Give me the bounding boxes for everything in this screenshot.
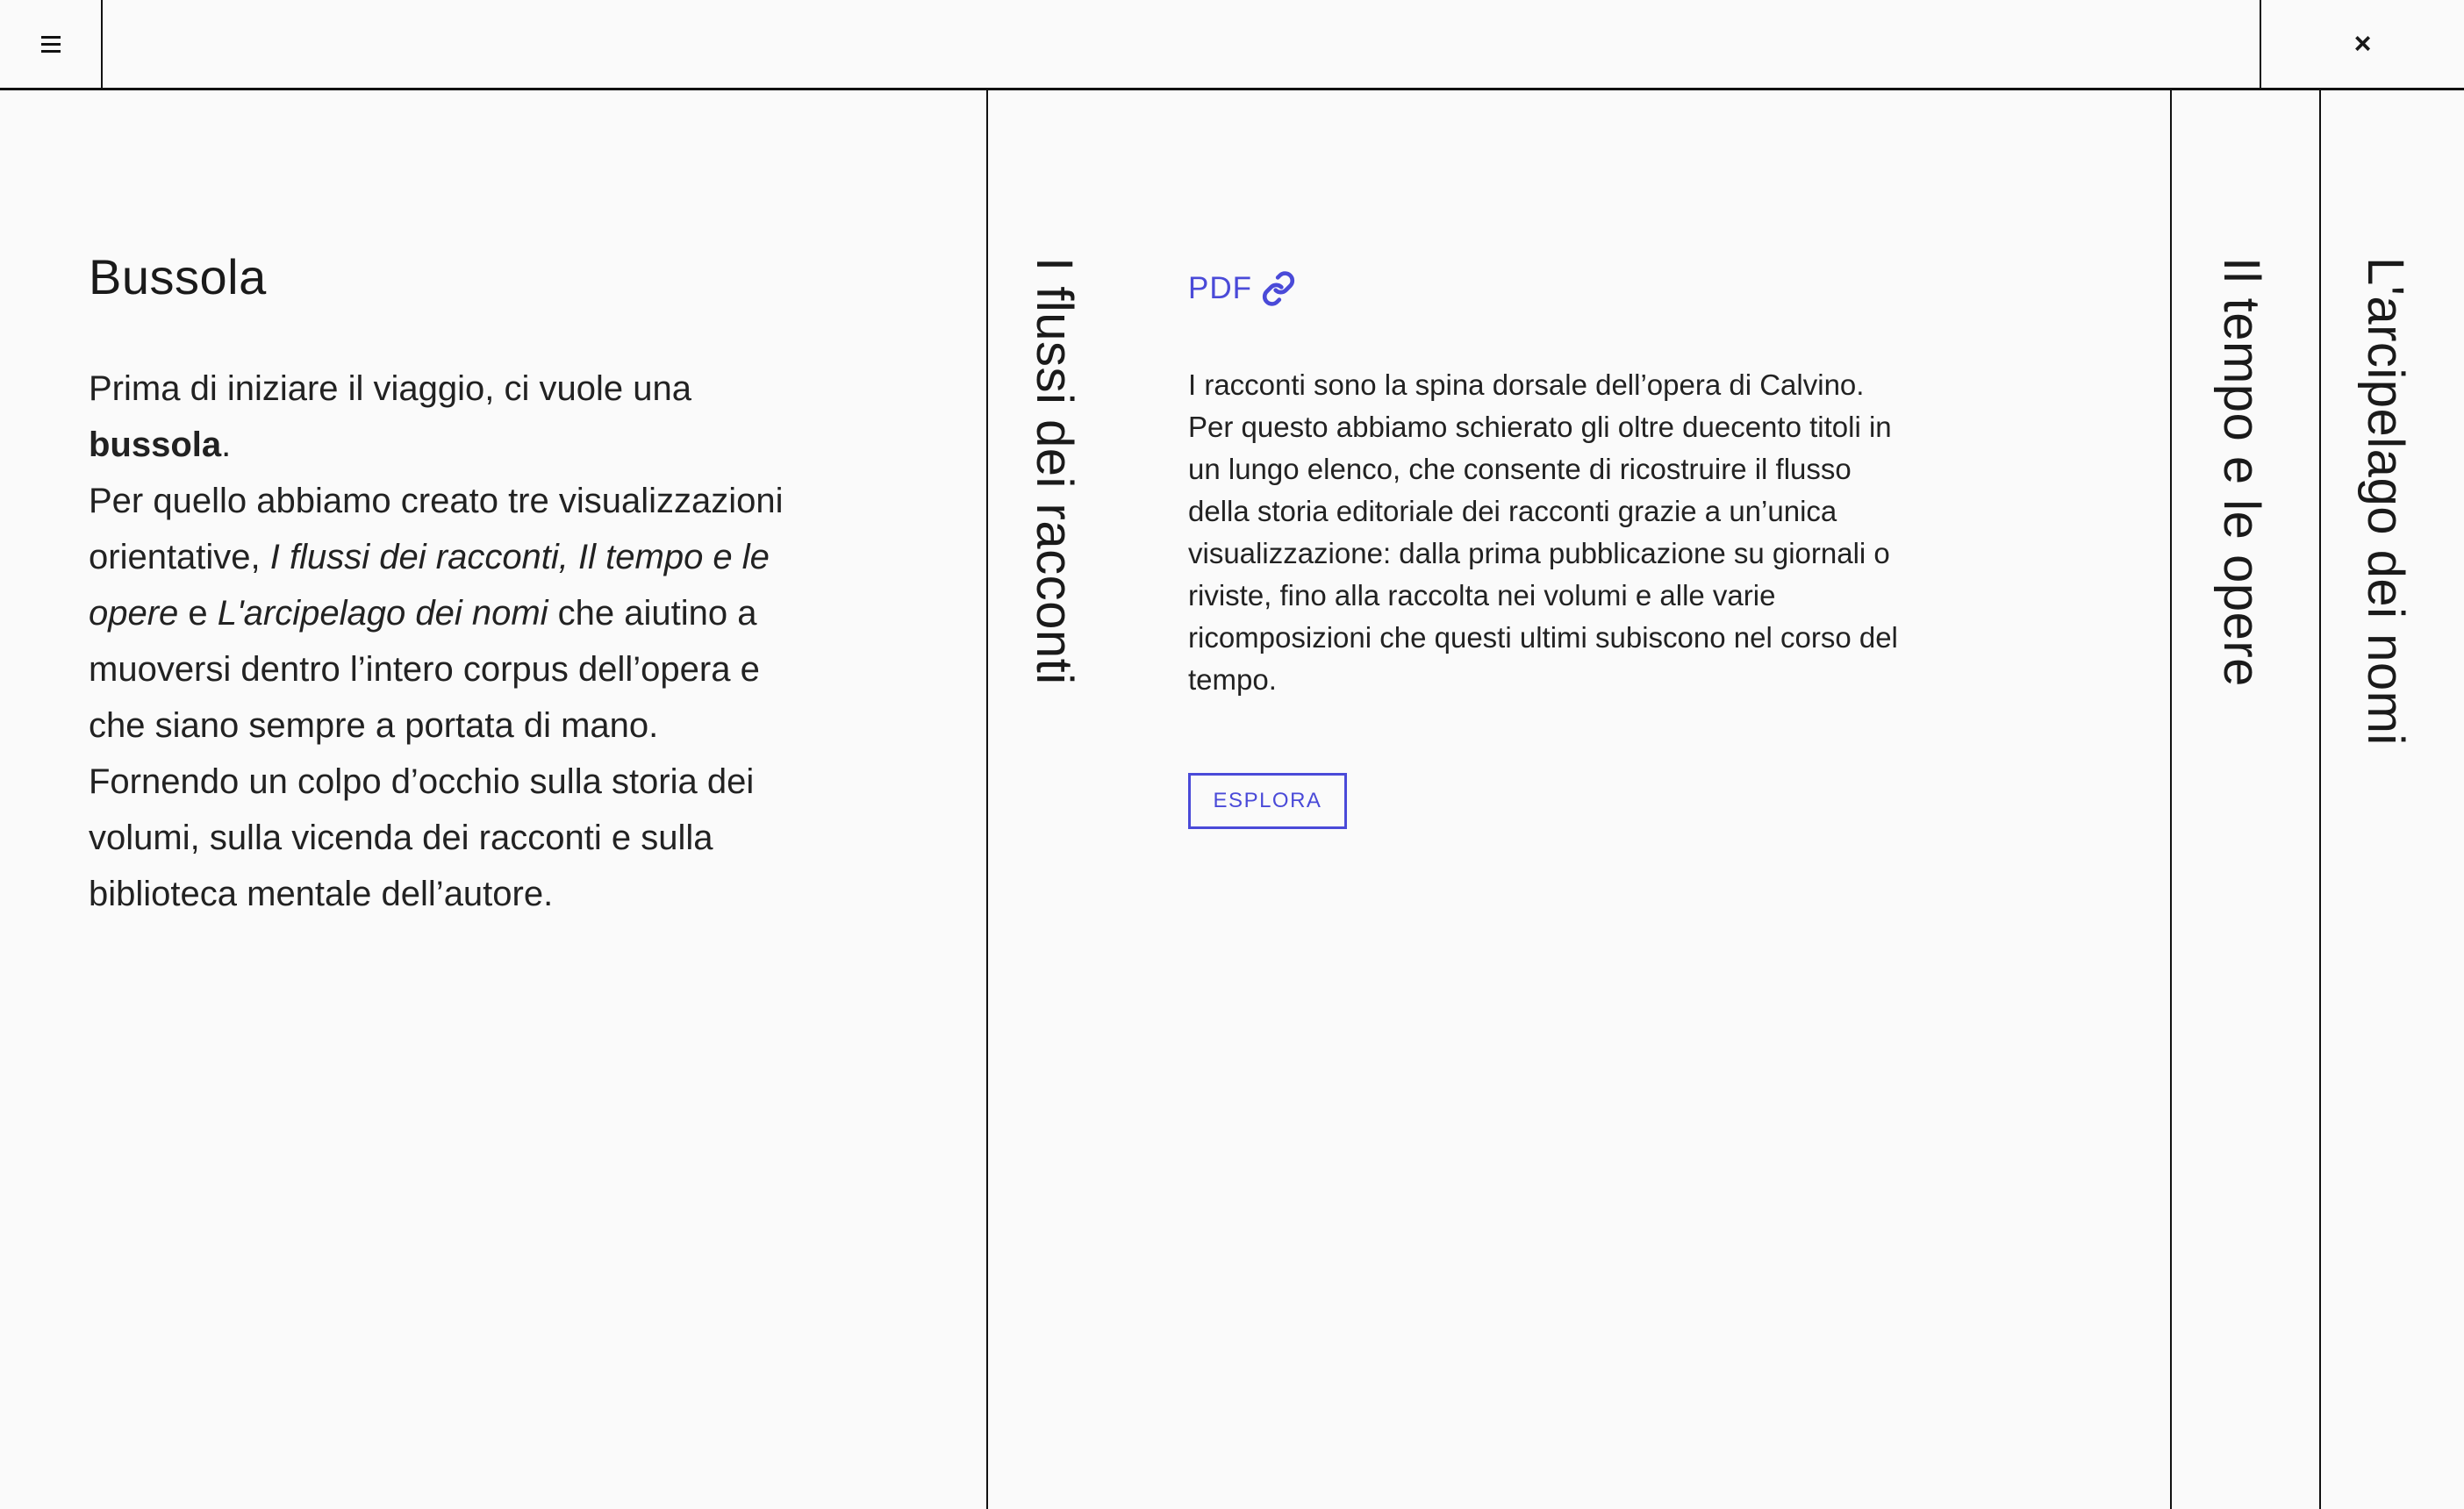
pdf-label: PDF <box>1188 271 1252 305</box>
esplora-button[interactable]: ESPLORA <box>1188 773 1347 829</box>
bussola-panel: Bussola Prima di iniziare il viaggio, ci… <box>0 90 986 1509</box>
top-bar: × <box>0 0 2464 90</box>
flussi-panel: I flussi dei racconti PDF I racconti son… <box>986 90 2170 1509</box>
close-icon: × <box>2353 27 2372 61</box>
close-button[interactable]: × <box>2260 0 2464 88</box>
bussola-emphasis: bussola <box>89 426 222 464</box>
tempo-panel[interactable]: Il tempo e le opere <box>2170 90 2319 1509</box>
hamburger-icon <box>40 35 61 53</box>
link-icon <box>1262 271 1295 306</box>
tab-flussi-dei-racconti[interactable]: I flussi dei racconti <box>1026 257 1083 685</box>
arcipelago-panel[interactable]: L'arcipelago dei nomi <box>2319 90 2464 1509</box>
flussi-description: I racconti sono la spina dorsale dell’op… <box>1188 368 1898 696</box>
bussola-description: Prima di iniziare il viaggio, ci vuole u… <box>89 369 784 913</box>
tab-tempo-e-opere[interactable]: Il tempo e le opere <box>2213 257 2270 687</box>
page-title: Bussola <box>89 249 267 304</box>
pdf-link[interactable]: PDF <box>1188 271 1296 306</box>
menu-button[interactable] <box>0 0 103 88</box>
tab-arcipelago-dei-nomi[interactable]: L'arcipelago dei nomi <box>2357 257 2414 746</box>
